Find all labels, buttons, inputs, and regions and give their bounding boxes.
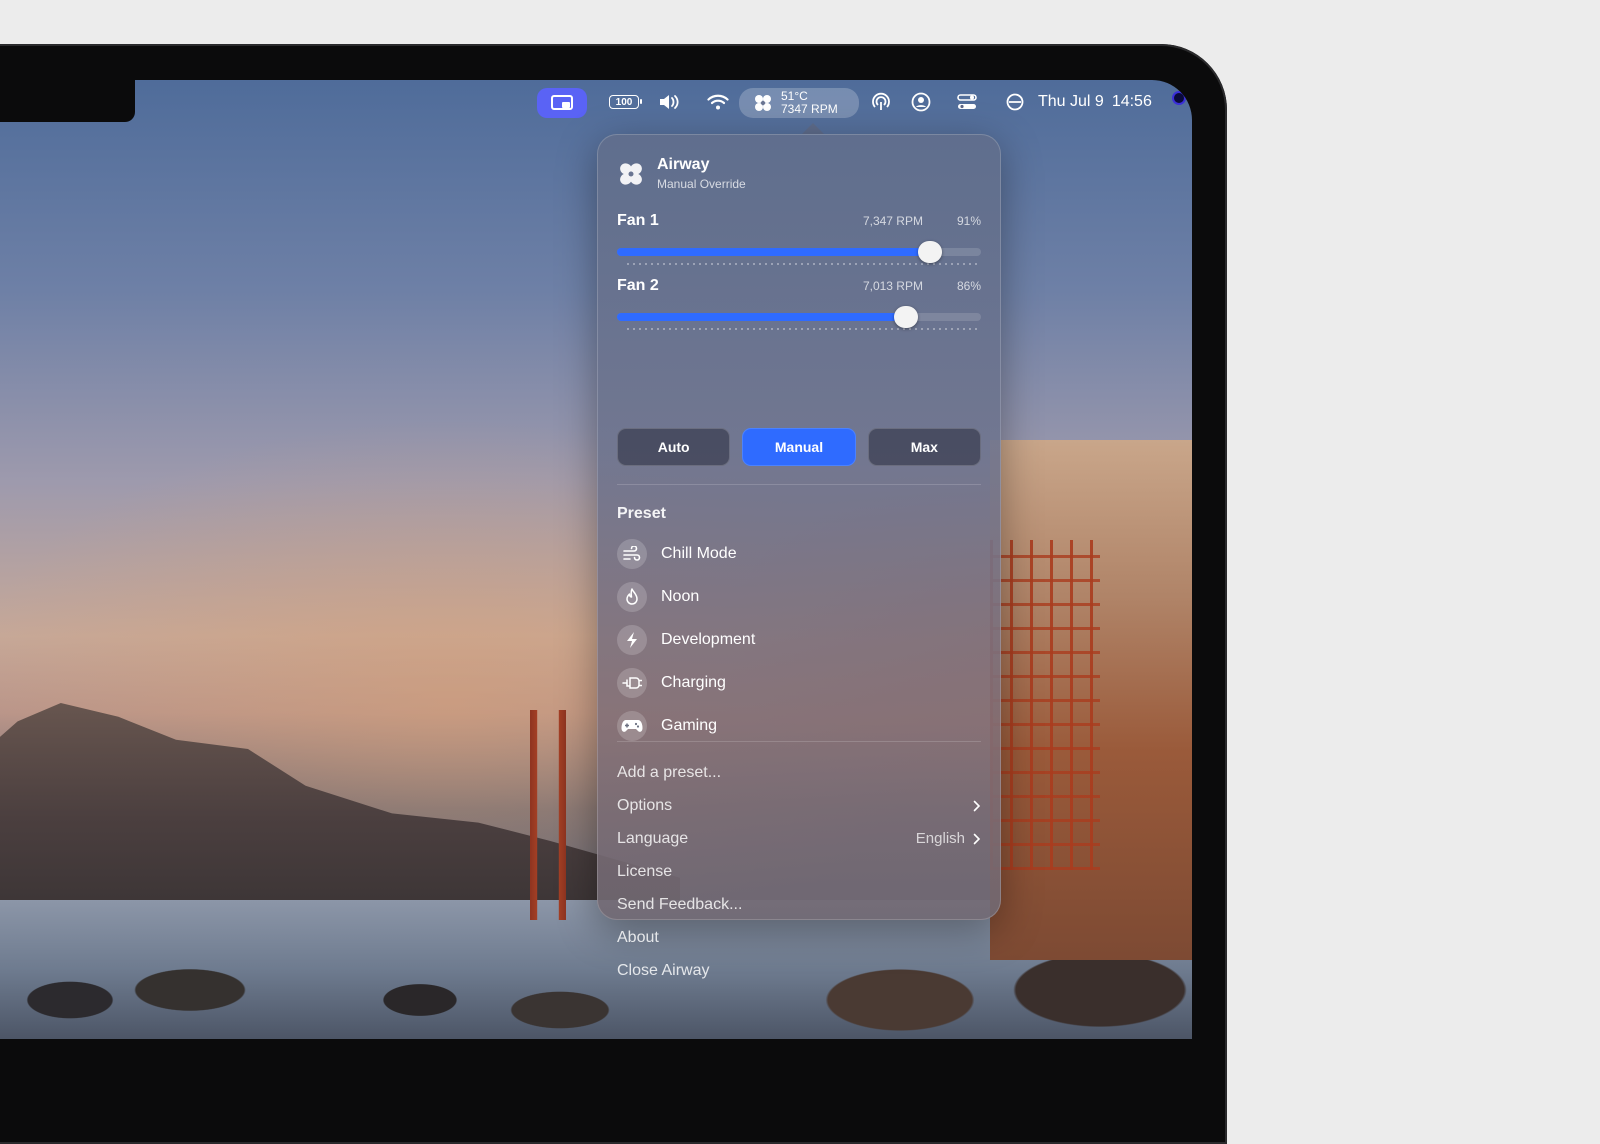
wind-icon: [617, 538, 647, 569]
chevron-right-icon: [973, 833, 981, 844]
fan-2-label: Fan 2: [617, 277, 659, 294]
menubar-clock[interactable]: Thu Jul 9 14:56: [1038, 80, 1152, 124]
max-mode-button[interactable]: Max: [867, 428, 981, 466]
preset-list: Chill Mode Noon Development Charging Gam…: [617, 532, 981, 747]
recording-indicator: [1172, 91, 1186, 105]
app-subtitle: Manual Override: [657, 177, 746, 191]
menu-item-label: Language: [617, 829, 689, 847]
divider: [617, 741, 981, 742]
fan-1-control: Fan 1 7,347 RPM 91%: [617, 212, 981, 265]
menu-item-label: About: [617, 928, 659, 946]
fan-1-slider-ticks: [627, 263, 981, 265]
wallpaper-hills: [0, 703, 680, 910]
preset-label: Chill Mode: [661, 544, 737, 562]
fan-2-slider[interactable]: [617, 306, 981, 330]
fan-2-percent: 86%: [956, 279, 981, 293]
menu-item-label: Close Airway: [617, 961, 710, 979]
menubar-time: 14:56: [1111, 93, 1152, 110]
fan-1-label: Fan 1: [617, 212, 659, 229]
menubar-rpm: 7347 RPM: [781, 102, 838, 116]
preset-label: Noon: [661, 587, 700, 605]
popover-header: Airway Manual Override: [617, 156, 746, 191]
preset-label: Charging: [661, 673, 726, 691]
battery-level: 100: [615, 96, 633, 108]
screen-icon: [551, 95, 573, 110]
gamepad-icon: [617, 710, 647, 741]
mode-selector: Auto Manual Max: [617, 428, 981, 466]
about-menu-item[interactable]: About: [617, 921, 981, 954]
screen-share-menu-item[interactable]: [537, 88, 587, 118]
chevron-right-icon: [973, 800, 981, 811]
airway-menu-item[interactable]: 51°C 7347 RPM: [739, 88, 859, 118]
menu-item-label: Add a preset...: [617, 763, 722, 781]
license-menu-item[interactable]: License: [617, 855, 981, 888]
fan-1-slider-knob[interactable]: [918, 241, 943, 263]
fan-2-rpm: 7,013 RPM: [862, 279, 923, 293]
wifi-icon: [707, 94, 729, 110]
send-feedback-menu-item[interactable]: Send Feedback...: [617, 888, 981, 921]
preset-noon[interactable]: Noon: [617, 575, 981, 618]
fan-1-slider-fill: [617, 248, 931, 256]
add-preset-menu-item[interactable]: Add a preset...: [617, 756, 981, 789]
wallpaper-rocks: [0, 960, 1192, 1039]
preset-label: Gaming: [661, 716, 718, 734]
wallpaper-bridge-arches: [990, 540, 1100, 870]
options-menu-item[interactable]: Options: [617, 789, 981, 822]
siri-menu-item[interactable]: [1000, 80, 1030, 124]
preset-section-title: Preset: [617, 505, 666, 522]
preset-label: Development: [661, 630, 756, 648]
auto-mode-button[interactable]: Auto: [617, 428, 731, 466]
close-app-menu-item[interactable]: Close Airway: [617, 954, 981, 987]
battery-icon: 100: [609, 95, 642, 109]
user-icon: [911, 92, 931, 112]
fan-2-slider-ticks: [627, 328, 981, 330]
desktop-screen: 100 51°C 7347 RPM Thu Jul 9 14:56 Airway…: [0, 80, 1192, 1039]
volume-menu-item[interactable]: [654, 80, 686, 124]
divider: [617, 484, 981, 485]
siri-icon: [1006, 93, 1024, 111]
airdrop-menu-item[interactable]: [866, 80, 896, 124]
fan-1-slider[interactable]: [617, 241, 981, 265]
fan-icon: [755, 95, 771, 111]
airdrop-icon: [872, 92, 890, 110]
settings-menu: Add a preset... Options Language English: [617, 756, 981, 987]
menu-bar: 100 51°C 7347 RPM Thu Jul 9 14:56: [0, 80, 1192, 124]
manual-mode-button[interactable]: Manual: [742, 428, 856, 466]
menubar-date: Thu Jul 9: [1038, 93, 1104, 110]
preset-development[interactable]: Development: [617, 618, 981, 661]
app-title: Airway: [657, 156, 710, 173]
preset-charging[interactable]: Charging: [617, 661, 981, 704]
plug-icon: [617, 667, 647, 698]
language-menu-item[interactable]: Language English: [617, 822, 981, 855]
flame-icon: [617, 581, 647, 612]
fan-2-slider-fill: [617, 313, 907, 321]
popover-arrow: [802, 123, 824, 134]
preset-chill-mode[interactable]: Chill Mode: [617, 532, 981, 575]
fan-1-percent: 91%: [956, 214, 981, 228]
language-value: English: [915, 830, 965, 847]
fan-1-rpm: 7,347 RPM: [862, 214, 923, 228]
control-center-icon: [957, 94, 977, 109]
menu-item-label: Send Feedback...: [617, 895, 743, 913]
menu-item-label: Options: [617, 796, 673, 814]
control-center-menu-item[interactable]: [952, 80, 982, 124]
app-fan-icon: [620, 162, 642, 185]
airway-popover: Airway Manual Override Fan 1 7,347 RPM 9…: [597, 134, 1001, 979]
user-menu-item[interactable]: [906, 80, 936, 124]
battery-menu-item[interactable]: 100: [604, 80, 644, 124]
wifi-menu-item[interactable]: [702, 80, 734, 124]
fan-2-control: Fan 2 7,013 RPM 86%: [617, 277, 981, 330]
fan-2-slider-knob[interactable]: [894, 306, 919, 328]
bolt-icon: [617, 624, 647, 655]
speaker-icon: [660, 95, 679, 109]
menu-item-label: License: [617, 862, 673, 880]
